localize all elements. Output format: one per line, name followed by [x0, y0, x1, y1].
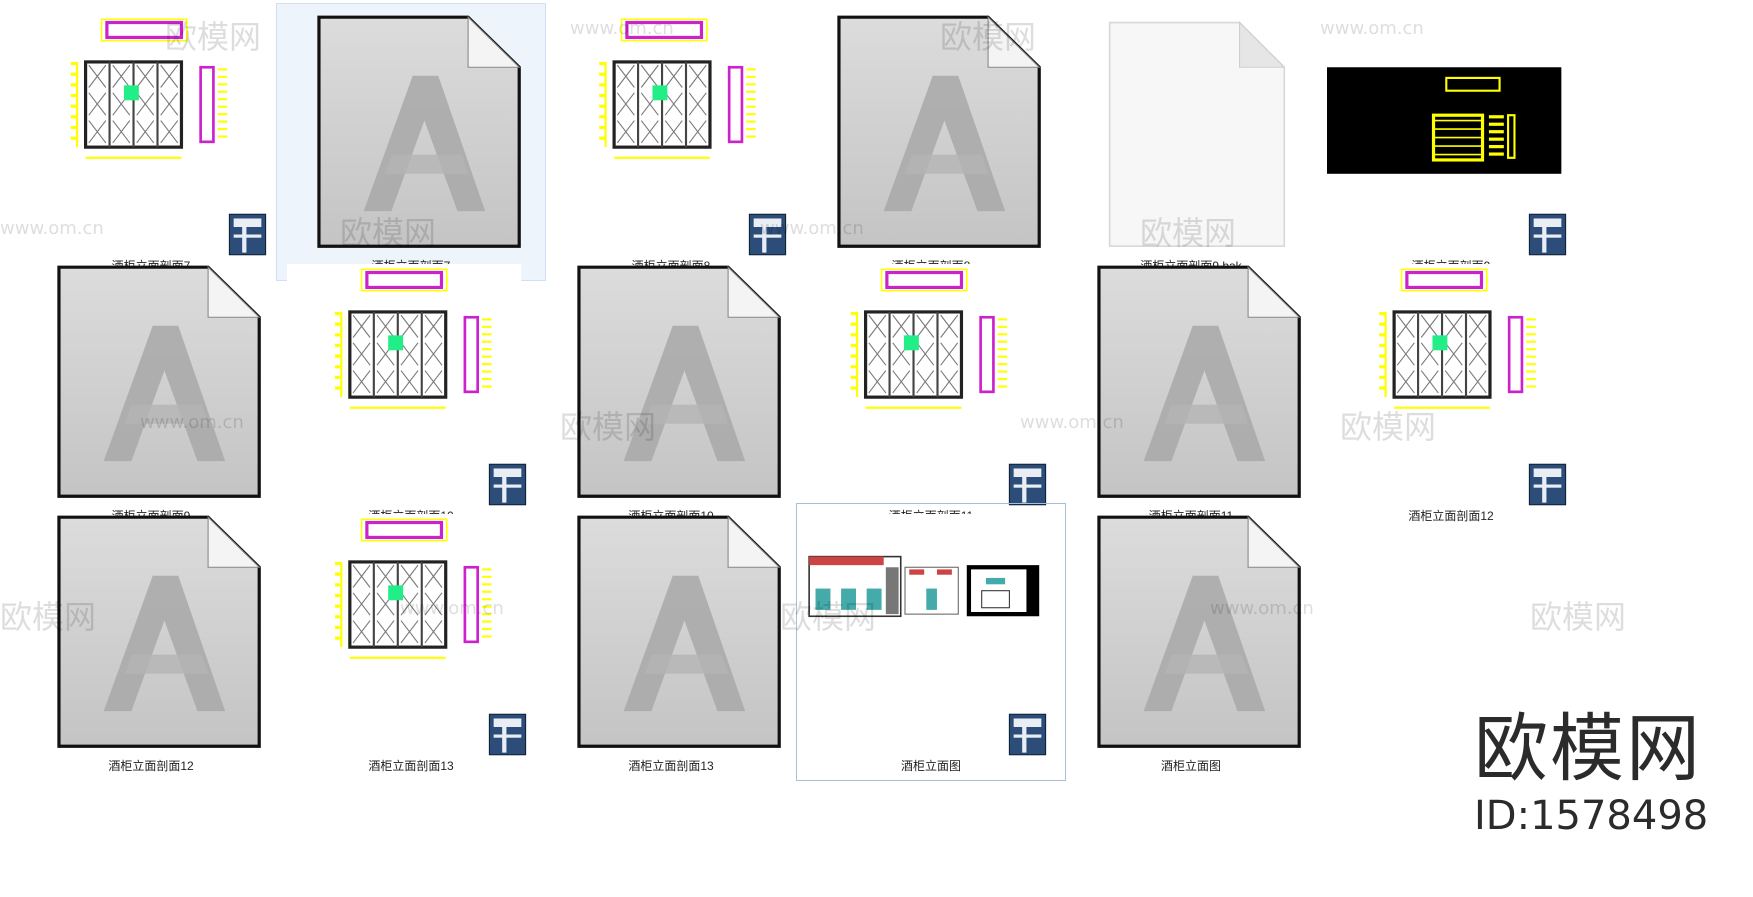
dwg-file-badge-icon — [1008, 713, 1047, 756]
file-item[interactable]: 酒柜立面剖面7 — [276, 3, 546, 281]
file-thumbnail — [837, 15, 1041, 248]
file-thumbnail — [1097, 265, 1301, 498]
file-thumbnail — [577, 515, 781, 748]
file-item[interactable]: 酒柜立面剖面8 — [796, 3, 1066, 281]
file-thumbnail — [57, 265, 261, 498]
file-item[interactable]: 酒柜立面剖面12 — [1316, 253, 1586, 531]
file-name-label: 酒柜立面剖面13 — [628, 759, 714, 773]
brand-id: ID:1578498 — [1474, 793, 1709, 839]
file-thumbnail — [27, 14, 267, 256]
file-name-label: 酒柜立面剖面12 — [1408, 509, 1494, 523]
file-name-label: 酒柜立面图 — [900, 759, 961, 773]
file-thumbnail — [287, 514, 527, 756]
file-thumbnail — [547, 14, 787, 256]
dwg-file-badge-icon — [488, 463, 527, 506]
file-thumbnail — [1097, 515, 1301, 748]
file-name-label: 酒柜立面剖面13 — [368, 759, 454, 773]
file-thumbnail — [807, 264, 1047, 506]
dwg-file-badge-icon — [228, 213, 267, 256]
file-thumbnail — [807, 514, 1047, 756]
file-thumbnail — [1327, 264, 1567, 506]
file-name-label: 酒柜立面图 — [1160, 759, 1221, 773]
file-item[interactable]: 酒柜立面剖面7 — [16, 3, 286, 281]
file-thumbnail — [287, 264, 527, 506]
file-thumbnail — [577, 265, 781, 498]
file-thumbnail — [317, 15, 521, 248]
file-item[interactable]: 酒柜立面剖面10 — [276, 253, 546, 531]
file-item[interactable]: 酒柜立面图 — [796, 503, 1066, 781]
file-item[interactable]: 酒柜立面剖面11 — [796, 253, 1066, 531]
file-item[interactable]: 酒柜立面图 — [1056, 503, 1326, 781]
brand-name: 欧模网 — [1474, 706, 1702, 792]
file-item[interactable]: 酒柜立面剖面13 — [536, 503, 806, 781]
file-item[interactable]: 酒柜立面剖面10 — [536, 253, 806, 531]
file-item[interactable]: 酒柜立面剖面13 — [276, 503, 546, 781]
file-item[interactable]: 酒柜立面剖面12 — [16, 503, 286, 781]
file-item[interactable]: 酒柜立面剖面9 — [16, 253, 286, 531]
file-thumbnail — [1108, 21, 1286, 248]
file-item[interactable]: 酒柜立面剖面9 — [1316, 3, 1586, 281]
dwg-file-badge-icon — [1008, 463, 1047, 506]
brand-watermark: 欧模网 ID:1578498 — [1474, 712, 1708, 836]
file-item[interactable]: 酒柜立面剖面9.bak — [1056, 3, 1326, 281]
file-name-label: 酒柜立面剖面12 — [108, 759, 194, 773]
dwg-file-badge-icon — [1528, 213, 1567, 256]
file-item[interactable]: 酒柜立面剖面8 — [536, 3, 806, 281]
file-thumbnail — [1327, 67, 1567, 256]
dwg-file-badge-icon — [1528, 463, 1567, 506]
dwg-file-badge-icon — [488, 713, 527, 756]
file-item[interactable]: 酒柜立面剖面11 — [1056, 253, 1326, 531]
file-thumbnail — [57, 515, 261, 748]
dwg-file-badge-icon — [748, 213, 787, 256]
